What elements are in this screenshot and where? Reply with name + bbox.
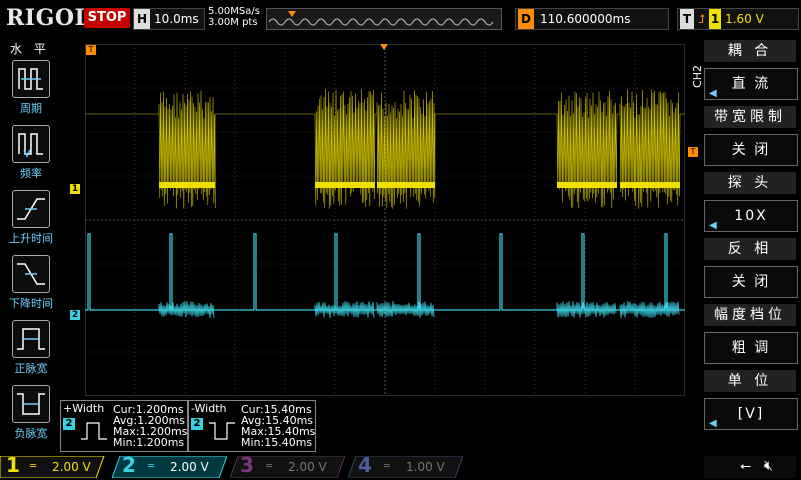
unit-heading: 单 位	[704, 370, 796, 392]
dc-coupling-icon: ═	[148, 461, 155, 472]
timebase-readout[interactable]: H 10.0ms	[133, 8, 205, 30]
measurement-positive-width[interactable]: +Width 2 Cur:1.200ms Avg:1.200ms Max:1.2…	[60, 400, 188, 452]
dc-coupling-icon: ═	[384, 461, 391, 472]
selector-arrow-icon: ◀	[709, 418, 719, 429]
memory-overview-waveform	[267, 9, 501, 29]
dc-coupling-icon: ═	[266, 461, 273, 472]
coupling-heading: 耦 合	[704, 40, 796, 62]
probe-heading: 探 头	[704, 172, 796, 194]
delay-readout[interactable]: D 110.600000ms	[515, 8, 669, 30]
measure-positive-width-button[interactable]: 正脉宽	[0, 320, 62, 376]
trigger-level-marker[interactable]: T	[688, 147, 698, 157]
measure-frequency-button[interactable]: 频率	[0, 125, 62, 181]
system-status-area: ⭠ 🔇︎	[704, 456, 796, 478]
delay-label: D	[518, 9, 534, 29]
channel-1-offset-marker[interactable]: 1	[70, 184, 80, 194]
probe-selector[interactable]: ◀ 10X	[704, 200, 798, 232]
trigger-edge-icon: ⮥	[698, 12, 706, 26]
trigger-level: 1.60 V	[725, 12, 764, 26]
positive-width-icon	[81, 422, 107, 440]
sample-rate: 5.00MSa/s	[208, 6, 260, 17]
timebase-label: H	[134, 9, 150, 29]
period-icon	[12, 60, 50, 98]
run-stop-status[interactable]: STOP	[84, 8, 130, 28]
channel-2-status[interactable]: 2 ═ 2.00 V	[112, 454, 227, 478]
acquisition-info: 5.00MSa/s 3.00M pts	[208, 6, 260, 28]
measure-rise-time-button[interactable]: 上升时间	[0, 190, 62, 246]
channel-4-status[interactable]: 4 ═ 1.00 V	[348, 454, 463, 478]
top-status-bar: RIGOL STOP H 10.0ms 5.00MSa/s 3.00M pts D…	[0, 0, 801, 36]
invert-heading: 反 相	[704, 238, 796, 260]
waveform-display[interactable]	[85, 44, 685, 396]
volts-scale-toggle[interactable]: 粗 调	[704, 332, 798, 364]
measure-negative-width-button[interactable]: 负脉宽	[0, 385, 62, 441]
trigger-marker-left: T	[86, 45, 96, 55]
channel-3-status[interactable]: 3 ═ 2.00 V	[230, 454, 345, 478]
positive-width-icon	[12, 320, 50, 358]
negative-width-icon	[12, 385, 50, 423]
trigger-readout[interactable]: T ⮥ 1 1.60 V	[677, 8, 799, 30]
trigger-label: T	[680, 9, 694, 29]
memory-overview-bar[interactable]	[266, 8, 502, 30]
bandwidth-limit-heading: 带宽限制	[704, 106, 796, 128]
dc-coupling-icon: ═	[30, 461, 37, 472]
horizontal-menu-title: 水 平	[10, 42, 50, 56]
usb-icon: ⭠	[740, 458, 752, 474]
measure-fall-time-button[interactable]: 下降时间	[0, 255, 62, 311]
measure-period-button[interactable]: 周期	[0, 60, 62, 116]
invert-toggle[interactable]: 关 闭	[704, 266, 798, 298]
channel-menu-tag: CH2	[690, 65, 704, 88]
coupling-selector[interactable]: ◀ 直 流	[704, 68, 798, 100]
channel-1-status[interactable]: 1 ═ 2.00 V	[0, 454, 110, 478]
unit-selector[interactable]: ◀ [V]	[704, 398, 798, 430]
selector-arrow-icon: ◀	[709, 88, 719, 99]
bandwidth-limit-toggle[interactable]: 关 闭	[704, 134, 798, 166]
negative-width-icon	[209, 422, 235, 440]
channel-2-offset-marker[interactable]: 2	[70, 310, 80, 320]
measurement-negative-width[interactable]: -Width 2 Cur:15.40ms Avg:15.40ms Max:15.…	[188, 400, 316, 452]
delay-value: 110.600000ms	[540, 12, 631, 26]
memory-depth: 3.00M pts	[208, 17, 258, 28]
fall-time-icon	[12, 255, 50, 293]
selector-arrow-icon: ◀	[709, 220, 719, 231]
timebase-value: 10.0ms	[154, 12, 199, 26]
trigger-source: 1	[709, 9, 722, 29]
brand-logo: RIGOL	[6, 5, 91, 31]
speaker-mute-icon[interactable]: 🔇︎	[764, 458, 773, 474]
rise-time-icon	[12, 190, 50, 228]
frequency-icon	[12, 125, 50, 163]
volts-scale-heading: 幅度档位	[704, 304, 796, 326]
